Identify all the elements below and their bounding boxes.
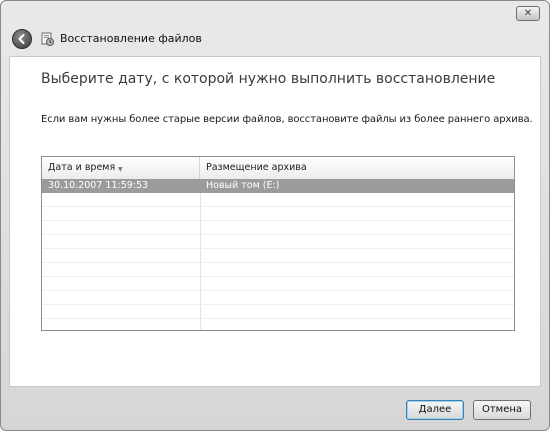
content-panel: Выберите дату, с которой нужно выполнить… [9, 56, 541, 387]
column-header-location[interactable]: Размещение архива [200, 157, 514, 179]
empty-row [42, 263, 514, 277]
restore-files-window: ✕ Восстановление файлов Выберите дату, с… [0, 0, 550, 431]
close-icon: ✕ [523, 8, 533, 19]
window-title: Восстановление файлов [60, 32, 202, 45]
column-header-label: Дата и время [48, 162, 116, 173]
backup-list[interactable]: Дата и время ▼ Размещение архива 30.10.2… [41, 156, 515, 331]
empty-row [42, 305, 514, 319]
cell-location: Новый том (E:) [206, 180, 280, 191]
empty-row [42, 277, 514, 291]
restore-files-icon [41, 32, 54, 46]
page-description: Если вам нужны более старые версии файло… [41, 114, 533, 125]
close-button[interactable]: ✕ [516, 6, 540, 21]
cell-datetime: 30.10.2007 11:59:53 [48, 180, 149, 191]
empty-row [42, 235, 514, 249]
empty-row [42, 291, 514, 305]
empty-row [42, 207, 514, 221]
empty-row [42, 249, 514, 263]
list-body: 30.10.2007 11:59:53 Новый том (E:) [42, 179, 514, 330]
list-header: Дата и время ▼ Размещение архива [42, 157, 514, 180]
next-button[interactable]: Далее [406, 400, 464, 420]
page-heading: Выберите дату, с которой нужно выполнить… [41, 71, 496, 87]
back-button[interactable] [12, 29, 32, 49]
column-header-label: Размещение архива [206, 162, 307, 173]
column-header-datetime[interactable]: Дата и время ▼ [42, 157, 200, 179]
cancel-button[interactable]: Отмена [473, 400, 531, 420]
sort-arrow-icon: ▼ [118, 166, 123, 173]
back-arrow-icon [18, 34, 25, 44]
empty-row [42, 193, 514, 207]
list-row[interactable]: 30.10.2007 11:59:53 Новый том (E:) [42, 179, 514, 193]
empty-row [42, 319, 514, 330]
empty-row [42, 221, 514, 235]
